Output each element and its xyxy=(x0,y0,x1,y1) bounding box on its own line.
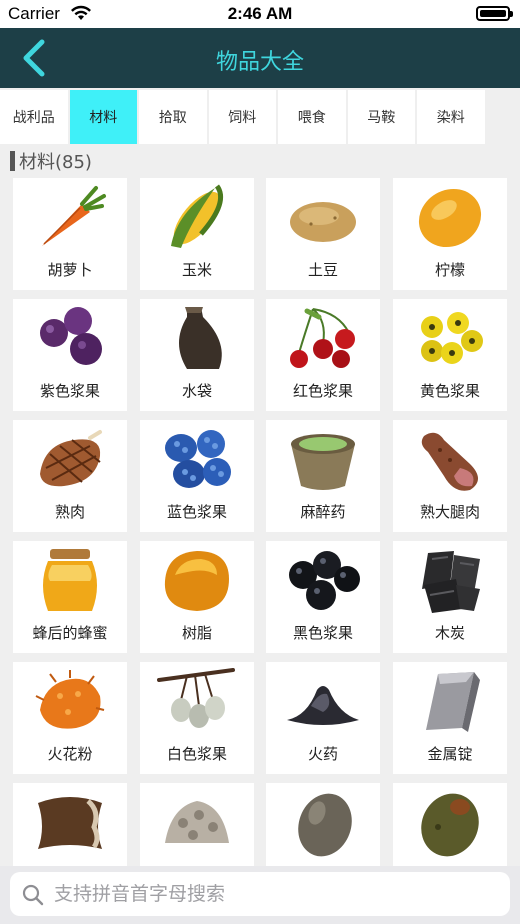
item-card-carrot[interactable]: 胡萝卜 xyxy=(13,178,127,290)
tab-saddles[interactable]: 马鞍 xyxy=(347,90,415,144)
narcotic-icon xyxy=(291,434,355,490)
red-berry-icon xyxy=(290,308,355,368)
item-card-white-berry[interactable]: 白色浆果 xyxy=(140,662,254,774)
item-card-charcoal[interactable]: 木炭 xyxy=(393,541,507,653)
item-grid: 胡萝卜 玉米 土豆 柠檬 紫色浆果 水袋 红色浆果 黄色浆果 熟肉 蓝色浆果 麻… xyxy=(0,178,520,866)
item-card-cooked-meat[interactable]: 熟肉 xyxy=(13,420,127,532)
tab-pickup[interactable]: 拾取 xyxy=(139,90,207,144)
item-label: 白色浆果 xyxy=(166,745,227,763)
item-card-gunpowder[interactable]: 火药 xyxy=(266,662,380,774)
item-label: 玉米 xyxy=(181,261,212,279)
item-label: 黑色浆果 xyxy=(292,624,353,642)
item-card-purple-berry[interactable]: 紫色浆果 xyxy=(13,299,127,411)
navigation-bar: 物品大全 xyxy=(0,28,520,88)
item-label: 水袋 xyxy=(181,382,212,400)
item-label: 金属锭 xyxy=(427,745,473,763)
tab-dyes[interactable]: 染料 xyxy=(417,90,485,144)
egg-icon xyxy=(298,793,352,857)
item-card-potato[interactable]: 土豆 xyxy=(266,178,380,290)
item-card-narcotic[interactable]: 麻醉药 xyxy=(266,420,380,532)
item-card-lemon[interactable]: 柠檬 xyxy=(393,178,507,290)
yellow-berry-icon xyxy=(421,312,483,364)
item-card-red-berry[interactable]: 红色浆果 xyxy=(266,299,380,411)
section-title: 材料(85) xyxy=(19,152,92,173)
cooked-prime-meat-icon xyxy=(421,432,478,491)
item-label: 蓝色浆果 xyxy=(166,503,227,521)
white-berry-icon xyxy=(157,668,235,728)
item-card-blue-berry[interactable]: 蓝色浆果 xyxy=(140,420,254,532)
page-title: 物品大全 xyxy=(215,50,304,75)
item-label: 胡萝卜 xyxy=(47,261,93,279)
item-label: 火药 xyxy=(307,745,338,763)
purple-berry-icon xyxy=(40,307,102,365)
metal-ingot-icon xyxy=(426,672,480,732)
item-card-corn[interactable]: 玉米 xyxy=(140,178,254,290)
blue-berry-icon xyxy=(165,430,231,488)
item-label: 熟肉 xyxy=(54,503,85,521)
item-label: 木炭 xyxy=(434,624,465,642)
gunpowder-icon xyxy=(287,686,359,725)
item-label: 黄色浆果 xyxy=(419,382,480,400)
corn-icon xyxy=(171,184,223,248)
item-card-resin[interactable]: 树脂 xyxy=(140,541,254,653)
item-label: 麻醉药 xyxy=(300,503,346,521)
status-bar: Carrier 2:46 AM xyxy=(0,0,520,28)
tab-feeding[interactable]: 喂食 xyxy=(278,90,346,144)
category-tabs: 战利品 材料 拾取 饲料 喂食 马鞍 染料 xyxy=(0,88,520,144)
search-input[interactable] xyxy=(54,872,494,916)
item-label: 红色浆果 xyxy=(292,382,353,400)
cooked-meat-icon xyxy=(40,430,102,487)
item-label: 熟大腿肉 xyxy=(419,503,480,521)
search-box[interactable] xyxy=(10,872,510,916)
green-egg-icon xyxy=(421,793,479,857)
resin-icon xyxy=(164,551,229,611)
item-label: 树脂 xyxy=(181,624,212,642)
carrot-icon xyxy=(42,186,106,246)
item-card-egg[interactable] xyxy=(266,783,380,866)
item-card-black-berry[interactable]: 黑色浆果 xyxy=(266,541,380,653)
item-label: 土豆 xyxy=(307,261,338,279)
charcoal-icon xyxy=(422,551,480,613)
stone-pile-icon xyxy=(165,801,229,843)
item-card-sparkpowder[interactable]: 火花粉 xyxy=(13,662,127,774)
battery-icon xyxy=(476,6,513,21)
section-marker xyxy=(10,151,15,171)
sparkpowder-icon xyxy=(35,670,105,729)
tab-loot[interactable]: 战利品 xyxy=(0,90,68,144)
item-card-yellow-berry[interactable]: 黄色浆果 xyxy=(393,299,507,411)
waterskin-icon xyxy=(179,307,222,369)
tab-kibble[interactable]: 饲料 xyxy=(208,90,276,144)
status-time: 2:46 AM xyxy=(227,4,293,23)
item-card-stone[interactable] xyxy=(140,783,254,866)
item-card-metal-ingot[interactable]: 金属锭 xyxy=(393,662,507,774)
item-card-hide[interactable] xyxy=(13,783,127,866)
item-card-waterskin[interactable]: 水袋 xyxy=(140,299,254,411)
item-label: 紫色浆果 xyxy=(39,382,100,400)
tab-materials[interactable]: 材料 xyxy=(69,90,137,144)
item-card-honey[interactable]: 蜂后的蜂蜜 xyxy=(13,541,127,653)
honey-icon xyxy=(43,549,97,611)
search-icon xyxy=(22,884,44,906)
item-label: 柠檬 xyxy=(434,261,465,279)
section-header: 材料(85) xyxy=(10,148,92,174)
item-label: 火花粉 xyxy=(47,745,93,763)
item-card-cooked-prime-meat[interactable]: 熟大腿肉 xyxy=(393,420,507,532)
item-label: 蜂后的蜂蜜 xyxy=(32,624,108,642)
hide-icon xyxy=(38,797,102,849)
potato-icon xyxy=(290,202,356,242)
search-bar xyxy=(0,866,520,924)
lemon-icon xyxy=(418,188,482,248)
black-berry-icon xyxy=(289,551,360,610)
item-card-green-egg[interactable] xyxy=(393,783,507,866)
